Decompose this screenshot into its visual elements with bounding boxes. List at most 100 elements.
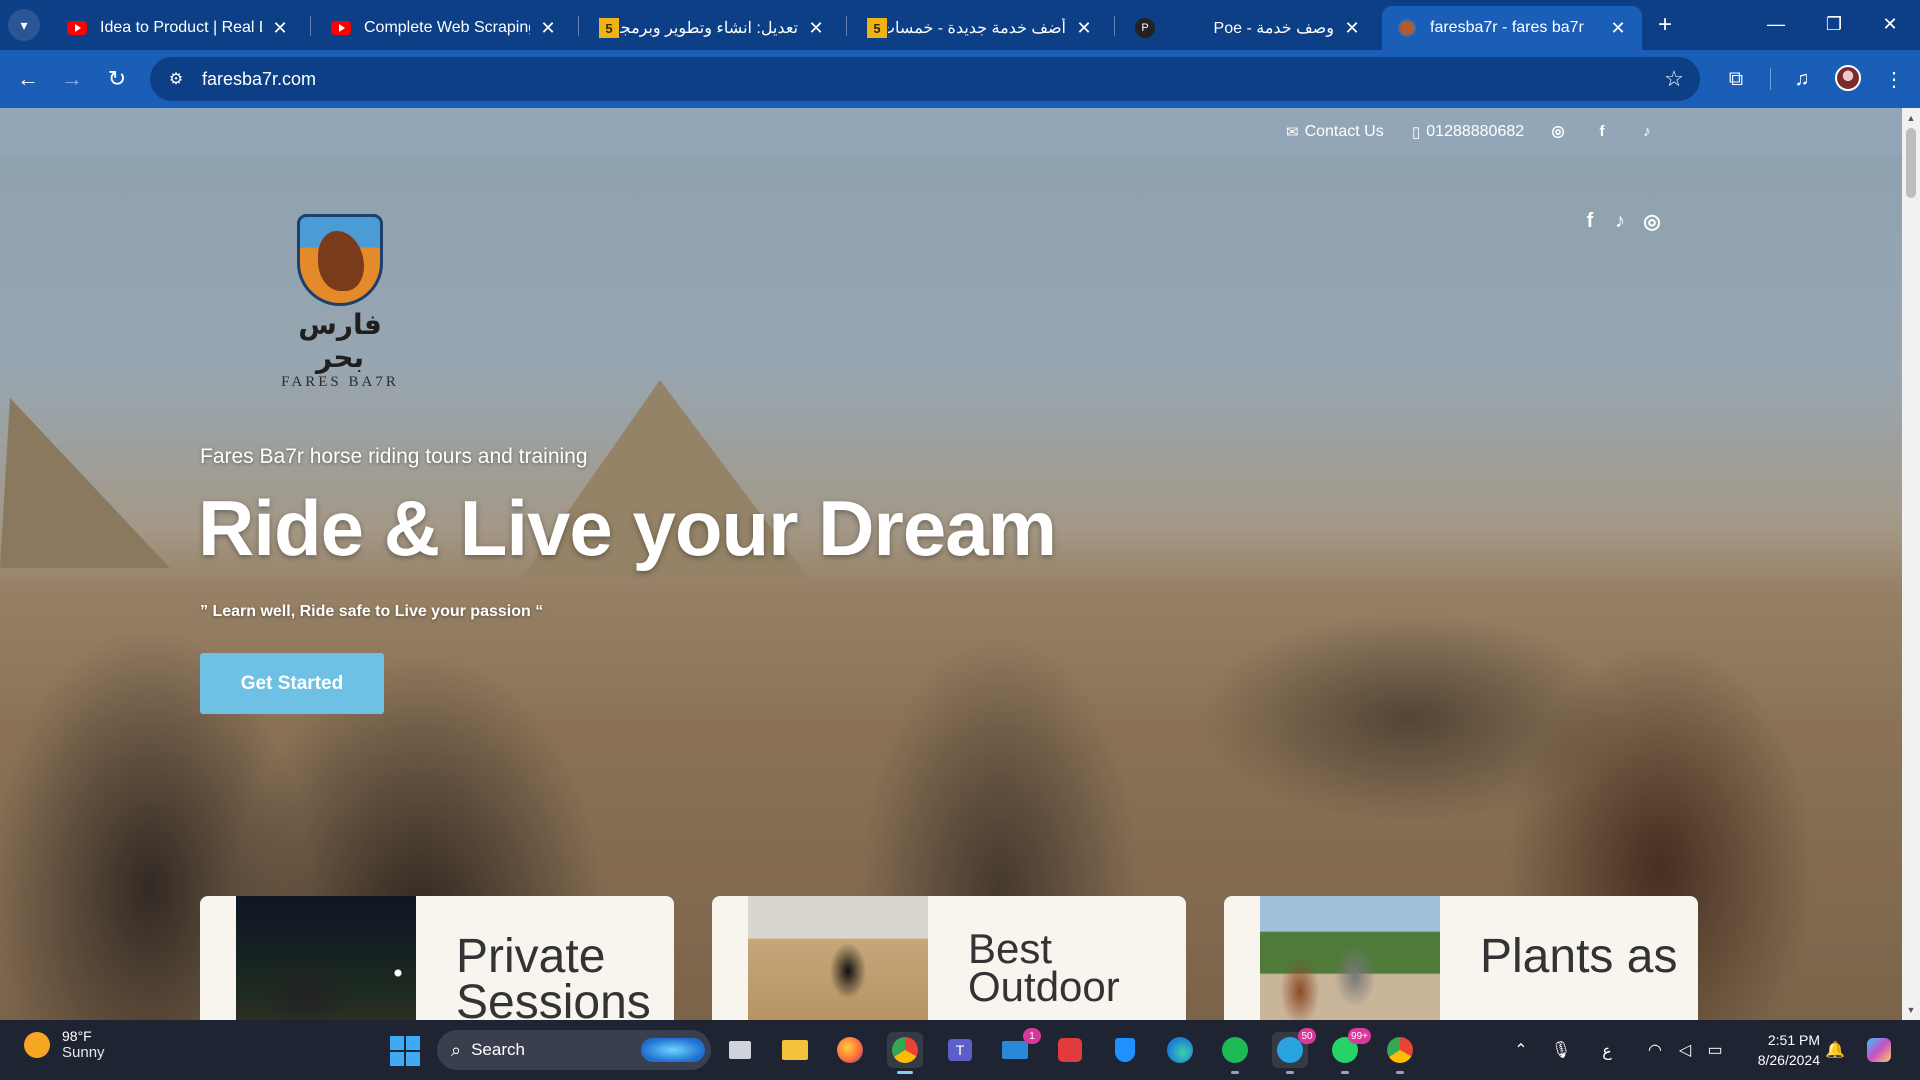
microphone-icon[interactable]: 🎙: [1548, 1036, 1574, 1064]
address-bar[interactable]: ⚙ faresba7r.com ☆: [150, 57, 1700, 101]
tiktok-icon[interactable]: ♪: [1607, 208, 1633, 234]
logo-arabic-text: فارس بحر: [298, 308, 382, 374]
page-scrollbar[interactable]: ▲ ▼: [1902, 108, 1920, 1020]
facebook-icon[interactable]: f: [1591, 120, 1613, 142]
scroll-thumb[interactable]: [1906, 128, 1916, 198]
extensions-icon[interactable]: ⧉: [1720, 63, 1752, 95]
windows-taskbar: 98°F Sunny ⌕ Search T 1 50 99+ ⌃ 🎙 ع ◠ ◁…: [0, 1020, 1920, 1080]
tab-web-scraping[interactable]: Complete Web Scraping C ✕: [316, 6, 572, 50]
task-view-icon[interactable]: [722, 1032, 758, 1068]
windows-start-icon[interactable]: [390, 1036, 420, 1066]
forward-button[interactable]: →: [54, 61, 90, 97]
bookmark-star-icon[interactable]: ☆: [1654, 59, 1694, 99]
close-window-button[interactable]: ✕: [1870, 8, 1910, 40]
spotify-icon[interactable]: [1217, 1032, 1253, 1074]
search-highlight-art: [641, 1038, 705, 1062]
tab-title: Complete Web Scraping C: [364, 19, 530, 36]
card-title: Plants as: [1480, 930, 1678, 983]
phone-link[interactable]: ▯ 01288880682: [1412, 108, 1524, 155]
mobile-phone-icon: ▯: [1412, 123, 1421, 141]
tab-poe[interactable]: P Poe - وصف خدمة ✕: [1120, 6, 1376, 50]
contact-topbar: ✉ Contact Us ▯ 01288880682 ◎ f ♪: [0, 108, 1902, 155]
telegram-icon[interactable]: 50: [1272, 1028, 1316, 1074]
whatsapp-badge: 99+: [1348, 1028, 1371, 1044]
page-viewport: ✉ Contact Us ▯ 01288880682 ◎ f ♪ فارس بح…: [0, 108, 1902, 1020]
close-icon[interactable]: ✕: [538, 18, 558, 39]
instagram-icon[interactable]: ◎: [1639, 208, 1665, 234]
system-clock[interactable]: 2:51 PM 8/26/2024: [1740, 1030, 1820, 1070]
hero-subtitle: Fares Ba7r horse riding tours and traini…: [200, 445, 588, 468]
contact-us-link[interactable]: ✉ Contact Us: [1286, 108, 1384, 155]
reload-button[interactable]: ↻: [99, 61, 135, 97]
chrome-profile-icon[interactable]: [1382, 1032, 1418, 1074]
tab-separator: [310, 16, 311, 36]
weather-widget[interactable]: 98°F Sunny: [24, 1028, 105, 1061]
close-icon[interactable]: ✕: [1342, 18, 1362, 39]
service-card-private-sessions[interactable]: Private Sessions: [200, 896, 674, 1020]
taskbar-search[interactable]: ⌕ Search: [437, 1030, 711, 1070]
new-tab-button[interactable]: +: [1650, 10, 1680, 40]
service-card-best-outdoor[interactable]: Best Outdoor: [712, 896, 1186, 1020]
get-started-button[interactable]: Get Started: [200, 653, 384, 714]
site-horse-icon: [1396, 19, 1418, 37]
volume-icon[interactable]: ◁: [1672, 1036, 1698, 1064]
close-icon[interactable]: ✕: [270, 18, 290, 39]
phone-number: 01288880682: [1426, 122, 1525, 140]
copilot-icon[interactable]: [1866, 1036, 1892, 1064]
close-icon[interactable]: ✕: [1074, 18, 1094, 39]
site-info-icon[interactable]: ⚙: [154, 57, 198, 101]
card-image: [748, 896, 928, 1020]
hero-quote: ” Learn well, Ride safe to Live your pas…: [200, 603, 544, 620]
vpn-shield-icon[interactable]: [1107, 1032, 1143, 1068]
contact-us-label: Contact Us: [1304, 122, 1384, 140]
firefox-icon[interactable]: [832, 1032, 868, 1068]
sun-icon: [24, 1031, 50, 1058]
battery-icon[interactable]: ▭: [1702, 1036, 1728, 1064]
tab-title: Idea to Product | Real Djan: [100, 19, 262, 36]
browser-toolbar: ← → ↻ ⚙ faresba7r.com ☆ ⧉ ♫ ⋮: [0, 50, 1920, 108]
wifi-icon[interactable]: ◠: [1642, 1036, 1668, 1064]
screen: ▾ Idea to Product | Real Djan ✕ Complete…: [0, 0, 1920, 1080]
url-text[interactable]: faresba7r.com: [202, 69, 1654, 90]
notification-bell-icon[interactable]: 🔔: [1822, 1036, 1848, 1064]
minimize-button[interactable]: —: [1756, 8, 1796, 40]
scroll-down-arrow-icon[interactable]: ▼: [1902, 1002, 1920, 1018]
tab-idea-to-product[interactable]: Idea to Product | Real Djan ✕: [52, 6, 304, 50]
envelope-icon: ✉: [1286, 123, 1299, 141]
poe-icon: P: [1134, 18, 1156, 38]
close-icon[interactable]: ✕: [1608, 18, 1628, 39]
whatsapp-icon[interactable]: 99+: [1327, 1028, 1371, 1074]
weather-temperature: 98°F: [62, 1028, 92, 1044]
menu-kebab-icon[interactable]: ⋮: [1878, 63, 1910, 95]
chrome-icon[interactable]: [887, 1032, 923, 1074]
instagram-icon[interactable]: ◎: [1547, 120, 1569, 142]
media-control-icon[interactable]: ♫: [1786, 63, 1818, 95]
restore-button[interactable]: ❐: [1814, 8, 1854, 40]
show-hidden-icons-chevron-icon[interactable]: ⌃: [1508, 1036, 1534, 1064]
tab-khamsat-edit[interactable]: 5 تعديل: انشاء وتطوير وبرمجة ✕: [584, 6, 840, 50]
close-icon[interactable]: ✕: [806, 18, 826, 39]
teams-icon[interactable]: T: [942, 1032, 978, 1068]
tiktok-icon[interactable]: ♪: [1636, 120, 1658, 142]
tab-search-button[interactable]: ▾: [8, 9, 40, 41]
scroll-up-arrow-icon[interactable]: ▲: [1902, 110, 1920, 126]
logo-english-text: FARES BA7R: [281, 374, 399, 390]
facebook-icon[interactable]: f: [1577, 208, 1603, 234]
tab-separator: [1114, 16, 1115, 36]
search-icon: ⌕: [451, 1039, 462, 1060]
screen-recorder-icon[interactable]: [1052, 1032, 1088, 1068]
back-button[interactable]: ←: [10, 61, 46, 97]
input-language-indicator[interactable]: ع: [1594, 1036, 1620, 1064]
profile-avatar[interactable]: [1835, 65, 1861, 91]
edge-icon[interactable]: [1162, 1032, 1198, 1068]
mail-icon[interactable]: 1: [997, 1028, 1041, 1068]
horse-shield-logo-icon: [297, 214, 383, 306]
tab-faresba7r[interactable]: faresba7r - fares ba7r ✕: [1382, 6, 1642, 50]
service-card-plants[interactable]: Plants as: [1224, 896, 1698, 1020]
file-explorer-icon[interactable]: [777, 1032, 813, 1068]
site-logo[interactable]: فارس بحر FARES BA7R: [270, 214, 410, 390]
mail-badge: 1: [1023, 1028, 1041, 1044]
card-image: [236, 896, 416, 1020]
clock-date: 8/26/2024: [1757, 1052, 1820, 1068]
tab-khamsat-new-service[interactable]: 5 أضف خدمة جديدة - خمسات ✕: [852, 6, 1108, 50]
